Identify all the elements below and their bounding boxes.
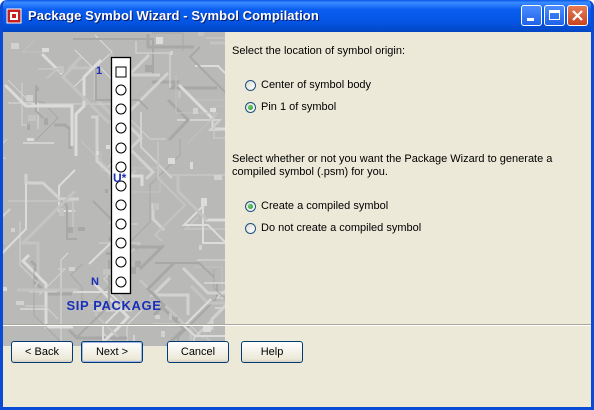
- radio-do-not-create[interactable]: Do not create a compiled symbol: [245, 220, 421, 236]
- close-icon: [572, 10, 583, 21]
- app-icon: [6, 8, 22, 24]
- pin-last-label: N: [91, 276, 99, 288]
- package-type-label: SIP PACKAGE: [66, 298, 162, 313]
- radio-label: Create a compiled symbol: [261, 200, 389, 212]
- compile-question-line2: compiled symbol (.psm) for you.: [232, 166, 388, 178]
- help-button[interactable]: Help: [241, 341, 303, 363]
- next-button[interactable]: Next >: [81, 341, 143, 363]
- radio-indicator-selected[interactable]: [245, 101, 256, 113]
- radio-indicator[interactable]: [245, 222, 256, 234]
- window-title: Package Symbol Wizard - Symbol Compilati…: [28, 8, 319, 23]
- radio-indicator-selected[interactable]: [245, 200, 256, 212]
- compile-question-line1: Select whether or not you want the Packa…: [232, 153, 553, 165]
- minimize-button[interactable]: [521, 5, 542, 26]
- maximize-icon: [549, 10, 560, 20]
- radio-indicator[interactable]: [245, 79, 256, 91]
- cancel-button[interactable]: Cancel: [167, 341, 229, 363]
- close-button[interactable]: [567, 5, 588, 26]
- separator-line: [3, 324, 591, 326]
- minimize-icon: [527, 18, 534, 21]
- wizard-window: Package Symbol Wizard - Symbol Compilati…: [0, 0, 594, 410]
- radio-label: Do not create a compiled symbol: [261, 222, 422, 234]
- radio-label: Pin 1 of symbol: [261, 101, 337, 113]
- origin-question: Select the location of symbol origin:: [232, 45, 406, 57]
- radio-label: Center of symbol body: [261, 79, 372, 91]
- package-preview-panel: 1 U* N SIP PACKAGE: [3, 32, 225, 346]
- options-form: Select the location of symbol origin: Ce…: [229, 32, 589, 346]
- radio-center-of-body[interactable]: Center of symbol body: [245, 77, 371, 93]
- wizard-content: 1 U* N SIP PACKAGE Select the location o…: [3, 32, 591, 350]
- pin-first-label: 1: [96, 65, 103, 77]
- title-bar[interactable]: Package Symbol Wizard - Symbol Compilati…: [3, 0, 591, 32]
- maximize-button[interactable]: [544, 5, 565, 26]
- radio-create-compiled[interactable]: Create a compiled symbol: [245, 198, 388, 214]
- back-button[interactable]: < Back: [11, 341, 73, 363]
- ref-designator-label: U*: [113, 171, 127, 185]
- radio-pin1[interactable]: Pin 1 of symbol: [245, 99, 336, 115]
